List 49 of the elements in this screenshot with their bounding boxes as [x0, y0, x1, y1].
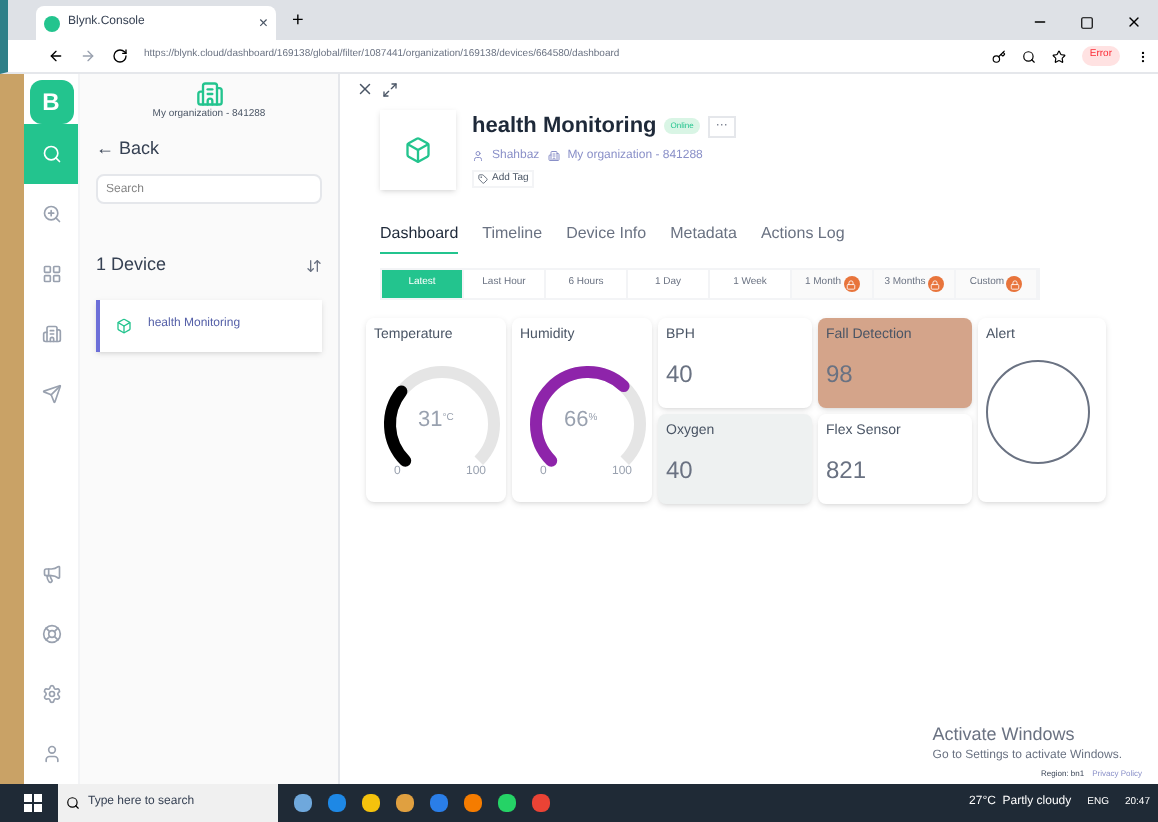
building-icon	[41, 324, 61, 344]
gauge-value: 66$^{%}$	[564, 405, 598, 435]
new-tab-button[interactable]: +	[276, 6, 320, 40]
send-icon	[41, 384, 61, 404]
megaphone-icon	[41, 564, 61, 584]
key-icon[interactable]	[991, 49, 1006, 63]
tab[interactable]: Timeline	[482, 222, 543, 254]
close-icon[interactable]	[356, 80, 374, 98]
close-tab-button[interactable]: ×	[258, 11, 268, 35]
windows-icon[interactable]	[24, 794, 42, 812]
search-icon	[41, 144, 61, 164]
sort-icon[interactable]	[306, 257, 322, 274]
zoom-icon	[41, 204, 61, 224]
menu-icon[interactable]	[1136, 49, 1150, 63]
gauge-value: 31$^{°C}$	[418, 405, 454, 435]
tab[interactable]: Dashboard	[380, 222, 459, 254]
building-icon	[195, 80, 223, 108]
maximize-icon[interactable]	[1080, 16, 1094, 30]
widget-value: 40	[666, 357, 695, 391]
grid-icon	[41, 264, 61, 284]
search-icon	[66, 796, 80, 810]
tab[interactable]: Device Info	[566, 222, 647, 254]
tab[interactable]: Actions Log	[760, 222, 845, 254]
widget-value: 821	[826, 453, 869, 487]
lock-icon	[927, 276, 944, 292]
widget-value: 98	[826, 357, 855, 391]
device-count: 1 Device	[96, 252, 167, 278]
expand-icon[interactable]	[382, 81, 398, 97]
favicon-icon	[44, 15, 60, 31]
tag-icon	[478, 173, 488, 184]
star-icon[interactable]	[1051, 49, 1066, 63]
tab[interactable]: Metadata	[670, 222, 737, 254]
back-icon[interactable]	[48, 48, 64, 64]
search-icon[interactable]	[1021, 49, 1036, 63]
lock-icon	[1006, 276, 1023, 292]
activation-title: Activate Windows	[932, 721, 1075, 747]
user-icon	[41, 744, 61, 764]
settings-icon	[41, 684, 61, 704]
lock-icon	[843, 276, 860, 292]
building-icon	[547, 150, 560, 162]
back-link[interactable]: ← Back	[96, 135, 322, 162]
cube-icon	[404, 136, 432, 164]
reload-icon[interactable]	[112, 48, 128, 64]
widget-value: 40	[666, 453, 695, 487]
lifebuoy-icon	[41, 624, 61, 644]
user-icon	[472, 150, 484, 162]
close-icon[interactable]	[1126, 14, 1142, 30]
device-title: health Monitoring	[472, 112, 657, 142]
cube-icon	[116, 317, 132, 333]
